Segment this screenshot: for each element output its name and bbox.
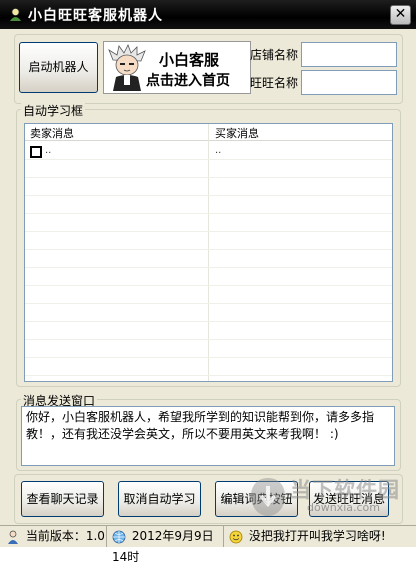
row-divider — [25, 375, 392, 376]
shop-name-input[interactable] — [301, 42, 397, 67]
top-panel: 启动机器人 小白客服 点击进入首页 店铺名称 旺旺名称 — [14, 34, 403, 104]
message-send-frame: 消息发送窗口 你好，小白客服机器人，希望我所学到的知识能帮到你，请多多指教！，还… — [16, 392, 401, 471]
column-header-seller[interactable]: 卖家消息 — [30, 125, 74, 141]
row-divider — [25, 177, 392, 178]
row-divider — [25, 267, 392, 268]
status-version: 当前版本：1.0 — [2, 526, 107, 547]
app-icon — [10, 8, 21, 21]
row-divider — [25, 285, 392, 286]
row-divider — [25, 195, 392, 196]
row-divider — [25, 231, 392, 232]
shop-name-label: 店铺名称 — [250, 48, 299, 62]
row-divider — [25, 213, 392, 214]
row-checkbox[interactable] — [30, 146, 42, 158]
person-icon — [8, 530, 18, 544]
message-textarea[interactable]: 你好，小白客服机器人，希望我所学到的知识能帮到你，请多多指教！，还有我还没学会英… — [21, 406, 395, 466]
column-header-buyer[interactable]: 买家消息 — [215, 125, 259, 141]
status-datetime: 2012年9月9日14时 — [108, 526, 224, 564]
column-divider — [208, 124, 209, 381]
close-button[interactable]: ✕ — [390, 5, 411, 25]
row-divider — [25, 321, 392, 322]
cancel-auto-learning-button[interactable]: 取消自动学习 — [118, 481, 201, 517]
banner-title: 小白客服 — [159, 51, 220, 69]
version-text: 当前版本：1.0 — [25, 529, 105, 543]
wangwang-name-label: 旺旺名称 — [250, 76, 299, 90]
row-divider — [25, 357, 392, 358]
row-divider — [25, 249, 392, 250]
row-divider — [25, 159, 392, 160]
row-divider — [25, 303, 392, 304]
auto-learning-frame: 自动学习框 卖家消息 买家消息 .. .. — [16, 102, 401, 387]
client-area: 启动机器人 小白客服 点击进入首页 店铺名称 旺旺名称 自动学习框 卖家消息 买… — [4, 29, 412, 543]
home-banner[interactable]: 小白客服 点击进入首页 — [103, 41, 251, 94]
row-divider — [25, 339, 392, 340]
buyer-message-cell[interactable]: .. — [215, 145, 221, 156]
seller-message-cell[interactable]: .. — [45, 145, 51, 156]
auto-learning-title: 自动学习框 — [21, 102, 86, 119]
title-bar: 小白旺旺客服机器人 ✕ — [0, 0, 416, 29]
app-window: 小白旺旺客服机器人 ✕ 启动机器人 小白客服 点击进入首页 店铺名称 旺旺名称 … — [0, 0, 416, 564]
watermark-url: downxia.com — [307, 501, 380, 514]
hint-text: 没把我打开叫我学习啥呀! — [248, 529, 386, 543]
status-hint: 没把我打开叫我学习啥呀! — [225, 526, 415, 547]
status-bar: 当前版本：1.0 2012年9月9日14时 没把我打开叫我学习啥呀! — [0, 525, 416, 564]
robot-avatar-icon — [108, 44, 146, 91]
view-chat-log-button[interactable]: 查看聊天记录 — [21, 481, 104, 517]
banner-subtitle: 点击进入首页 — [146, 73, 230, 89]
watermark-title: 当下软件园 — [290, 478, 400, 502]
learning-grid[interactable]: 卖家消息 买家消息 .. .. — [24, 123, 393, 382]
watermark-logo-icon — [251, 478, 285, 516]
window-title: 小白旺旺客服机器人 — [28, 8, 163, 24]
start-robot-button[interactable]: 启动机器人 — [19, 42, 98, 93]
wangwang-name-input[interactable] — [301, 70, 397, 95]
globe-icon — [112, 530, 126, 543]
watermark: 当下软件园 downxia.com — [245, 472, 405, 524]
smiley-icon — [229, 530, 243, 543]
